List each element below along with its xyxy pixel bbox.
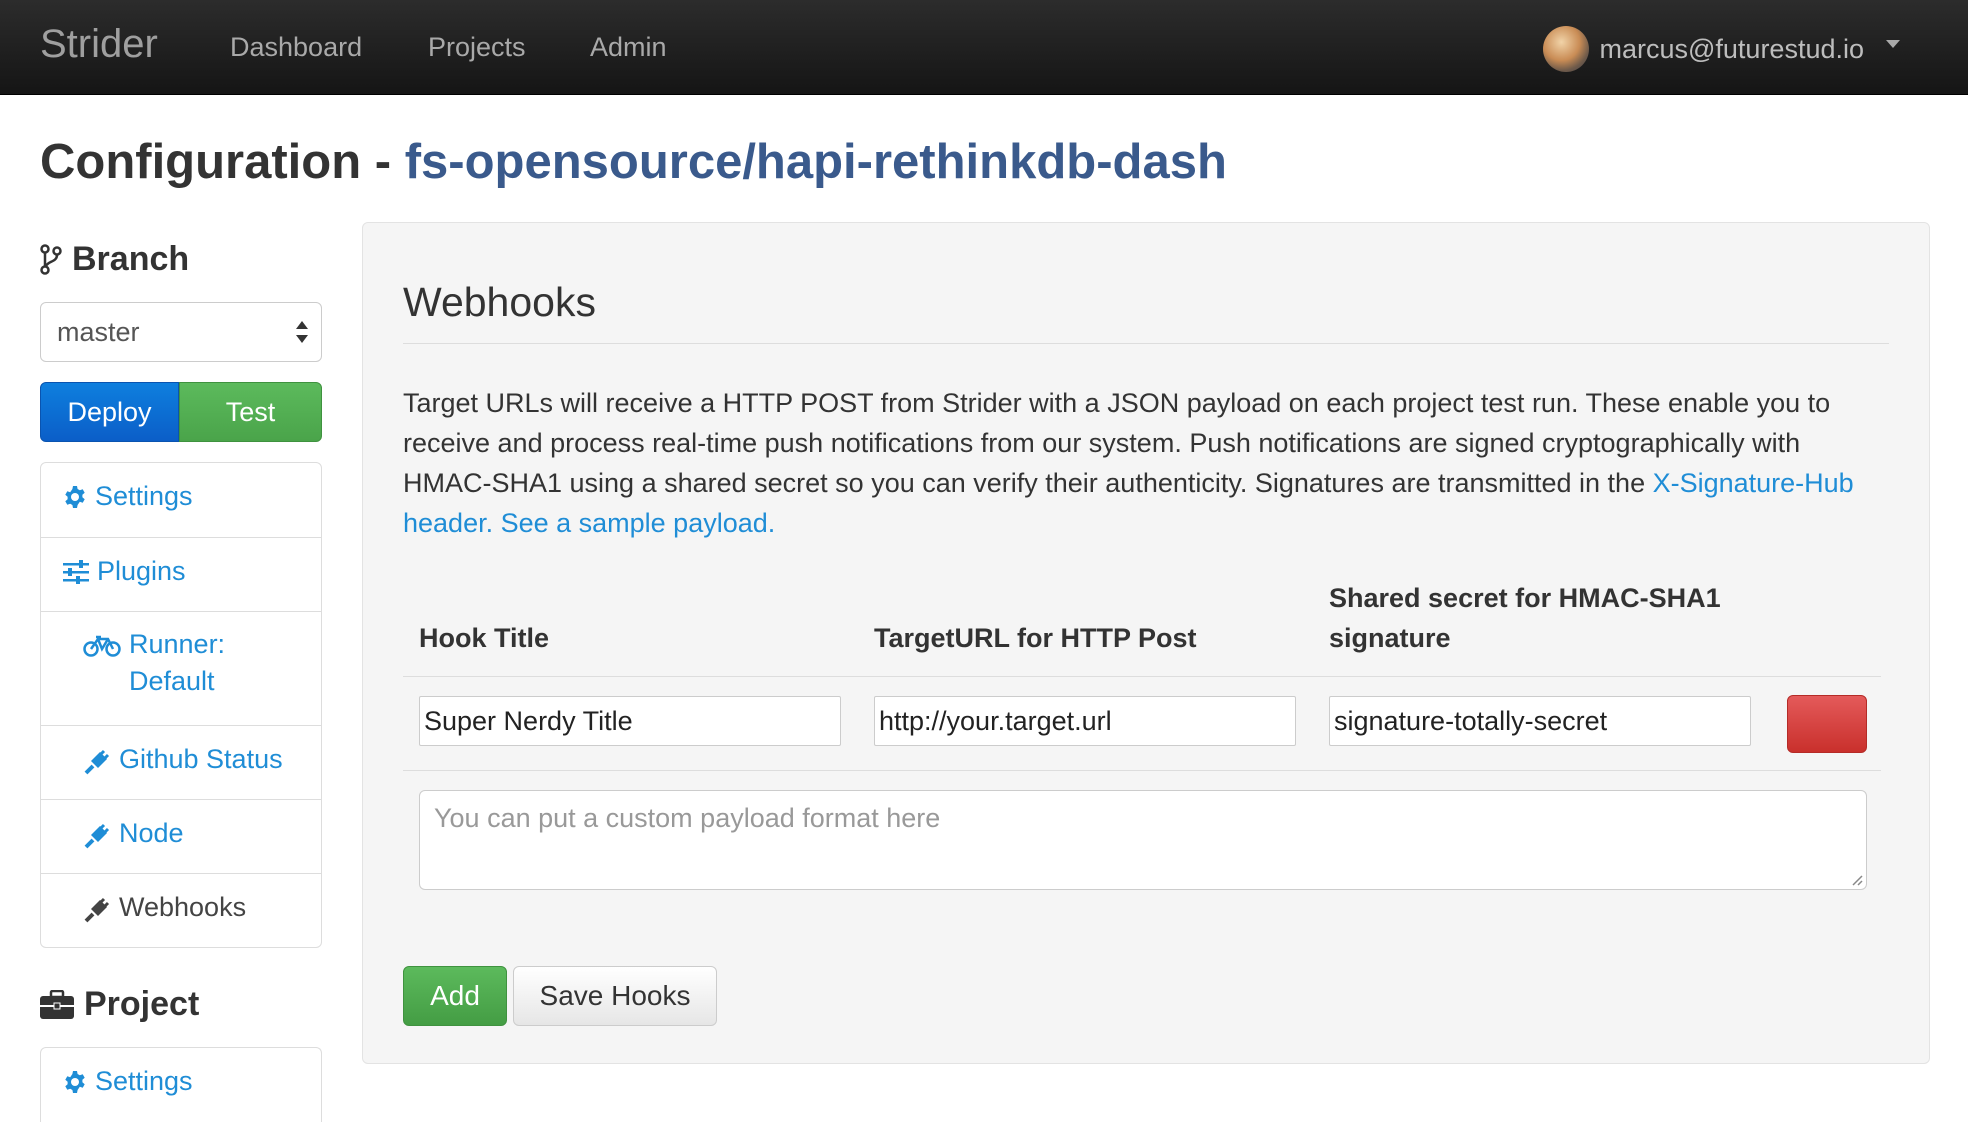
sidebar-item-label: Node — [119, 818, 184, 848]
branch-heading-label: Branch — [72, 240, 190, 278]
shared-secret-input[interactable]: signature-totally-secret — [1329, 696, 1751, 746]
user-menu-toggle[interactable]: marcus@futurestud.io — [1543, 26, 1900, 72]
webhooks-description: Target URLs will receive a HTTP POST fro… — [403, 383, 1889, 543]
page-title: Configuration - fs-opensource/hapi-rethi… — [40, 134, 1227, 190]
sidebar-item-node[interactable]: Node — [41, 799, 321, 873]
divider — [403, 770, 1881, 771]
description-text: Target URLs will receive a HTTP POST fro… — [403, 388, 1831, 498]
caret-down-icon — [1886, 40, 1900, 48]
sidebar-item-label: Plugins — [97, 556, 186, 586]
sidebar-item-plugins[interactable]: Plugins — [41, 537, 321, 611]
sidebar-item-github-status[interactable]: Github Status — [41, 725, 321, 799]
top-navbar: Strider Dashboard Projects Admin marcus@… — [0, 0, 1968, 95]
brand-logo-link[interactable]: Strider — [40, 22, 158, 67]
gear-icon — [65, 486, 85, 508]
deploy-test-group: Deploy Test — [40, 382, 322, 442]
bicycle-icon — [83, 635, 121, 657]
save-hooks-button[interactable]: Save Hooks — [513, 966, 717, 1026]
panel-title: Webhooks — [403, 279, 596, 325]
branch-select[interactable]: master — [40, 302, 322, 362]
select-arrows-icon — [296, 321, 308, 343]
webhooks-panel: Webhooks Target URLs will receive a HTTP… — [362, 222, 1930, 1064]
sidebar-item-project-settings[interactable]: Settings — [41, 1048, 321, 1122]
branch-select-value: master — [57, 317, 140, 347]
sidebar-item-webhooks[interactable]: Webhooks — [41, 873, 321, 947]
add-hook-button[interactable]: Add — [403, 966, 507, 1026]
briefcase-icon — [40, 989, 74, 1019]
column-header-hook-title: Hook Title — [419, 623, 550, 653]
column-header-target-url: TargetURL for HTTP Post — [874, 623, 1197, 653]
avatar — [1543, 26, 1590, 72]
sidebar-item-label: Github Status — [119, 744, 283, 774]
page-title-prefix: Configuration - — [40, 135, 405, 189]
project-heading-label: Project — [84, 985, 200, 1023]
nav-link-dashboard[interactable]: Dashboard — [230, 32, 362, 63]
sidebar-item-runner-default[interactable]: Runner: Default — [41, 611, 321, 725]
sidebar-item-label: Webhooks — [119, 892, 247, 922]
repo-name-link[interactable]: fs-opensource/hapi-rethinkdb-dash — [405, 135, 1227, 189]
branch-nav-list: Settings Plugins Runner: Default Github … — [40, 462, 322, 948]
nav-link-projects[interactable]: Projects — [428, 32, 526, 63]
payload-placeholder: You can put a custom payload format here — [434, 803, 941, 833]
remove-hook-button[interactable] — [1787, 695, 1867, 753]
divider — [403, 343, 1889, 344]
custom-payload-textarea[interactable]: You can put a custom payload format here — [419, 790, 1867, 890]
plug-icon — [84, 823, 110, 849]
column-header-shared-secret: Shared secret for HMAC-SHA1 signature — [1329, 583, 1721, 653]
user-email: marcus@futurestud.io — [1599, 33, 1864, 64]
project-nav-list: Settings — [40, 1047, 322, 1122]
divider — [403, 676, 1881, 677]
sidebar-item-settings[interactable]: Settings — [41, 463, 321, 537]
plug-icon — [84, 897, 110, 923]
target-url-input[interactable]: http://your.target.url — [874, 696, 1296, 746]
project-heading: Project — [40, 985, 199, 1024]
gear-icon — [65, 1071, 85, 1093]
hook-title-input[interactable]: Super Nerdy Title — [419, 696, 841, 746]
sliders-icon — [63, 560, 89, 584]
nav-link-admin[interactable]: Admin — [590, 32, 667, 63]
resize-handle-icon[interactable] — [1849, 872, 1863, 886]
branch-heading: Branch — [40, 240, 189, 279]
test-button[interactable]: Test — [179, 382, 322, 442]
sidebar-item-label: Settings — [95, 481, 193, 511]
deploy-button[interactable]: Deploy — [40, 382, 179, 442]
sidebar-item-label: Settings — [95, 1066, 193, 1096]
plug-icon — [84, 749, 110, 775]
code-fork-icon — [40, 243, 62, 275]
sidebar-item-label: Runner: Default — [129, 629, 226, 696]
